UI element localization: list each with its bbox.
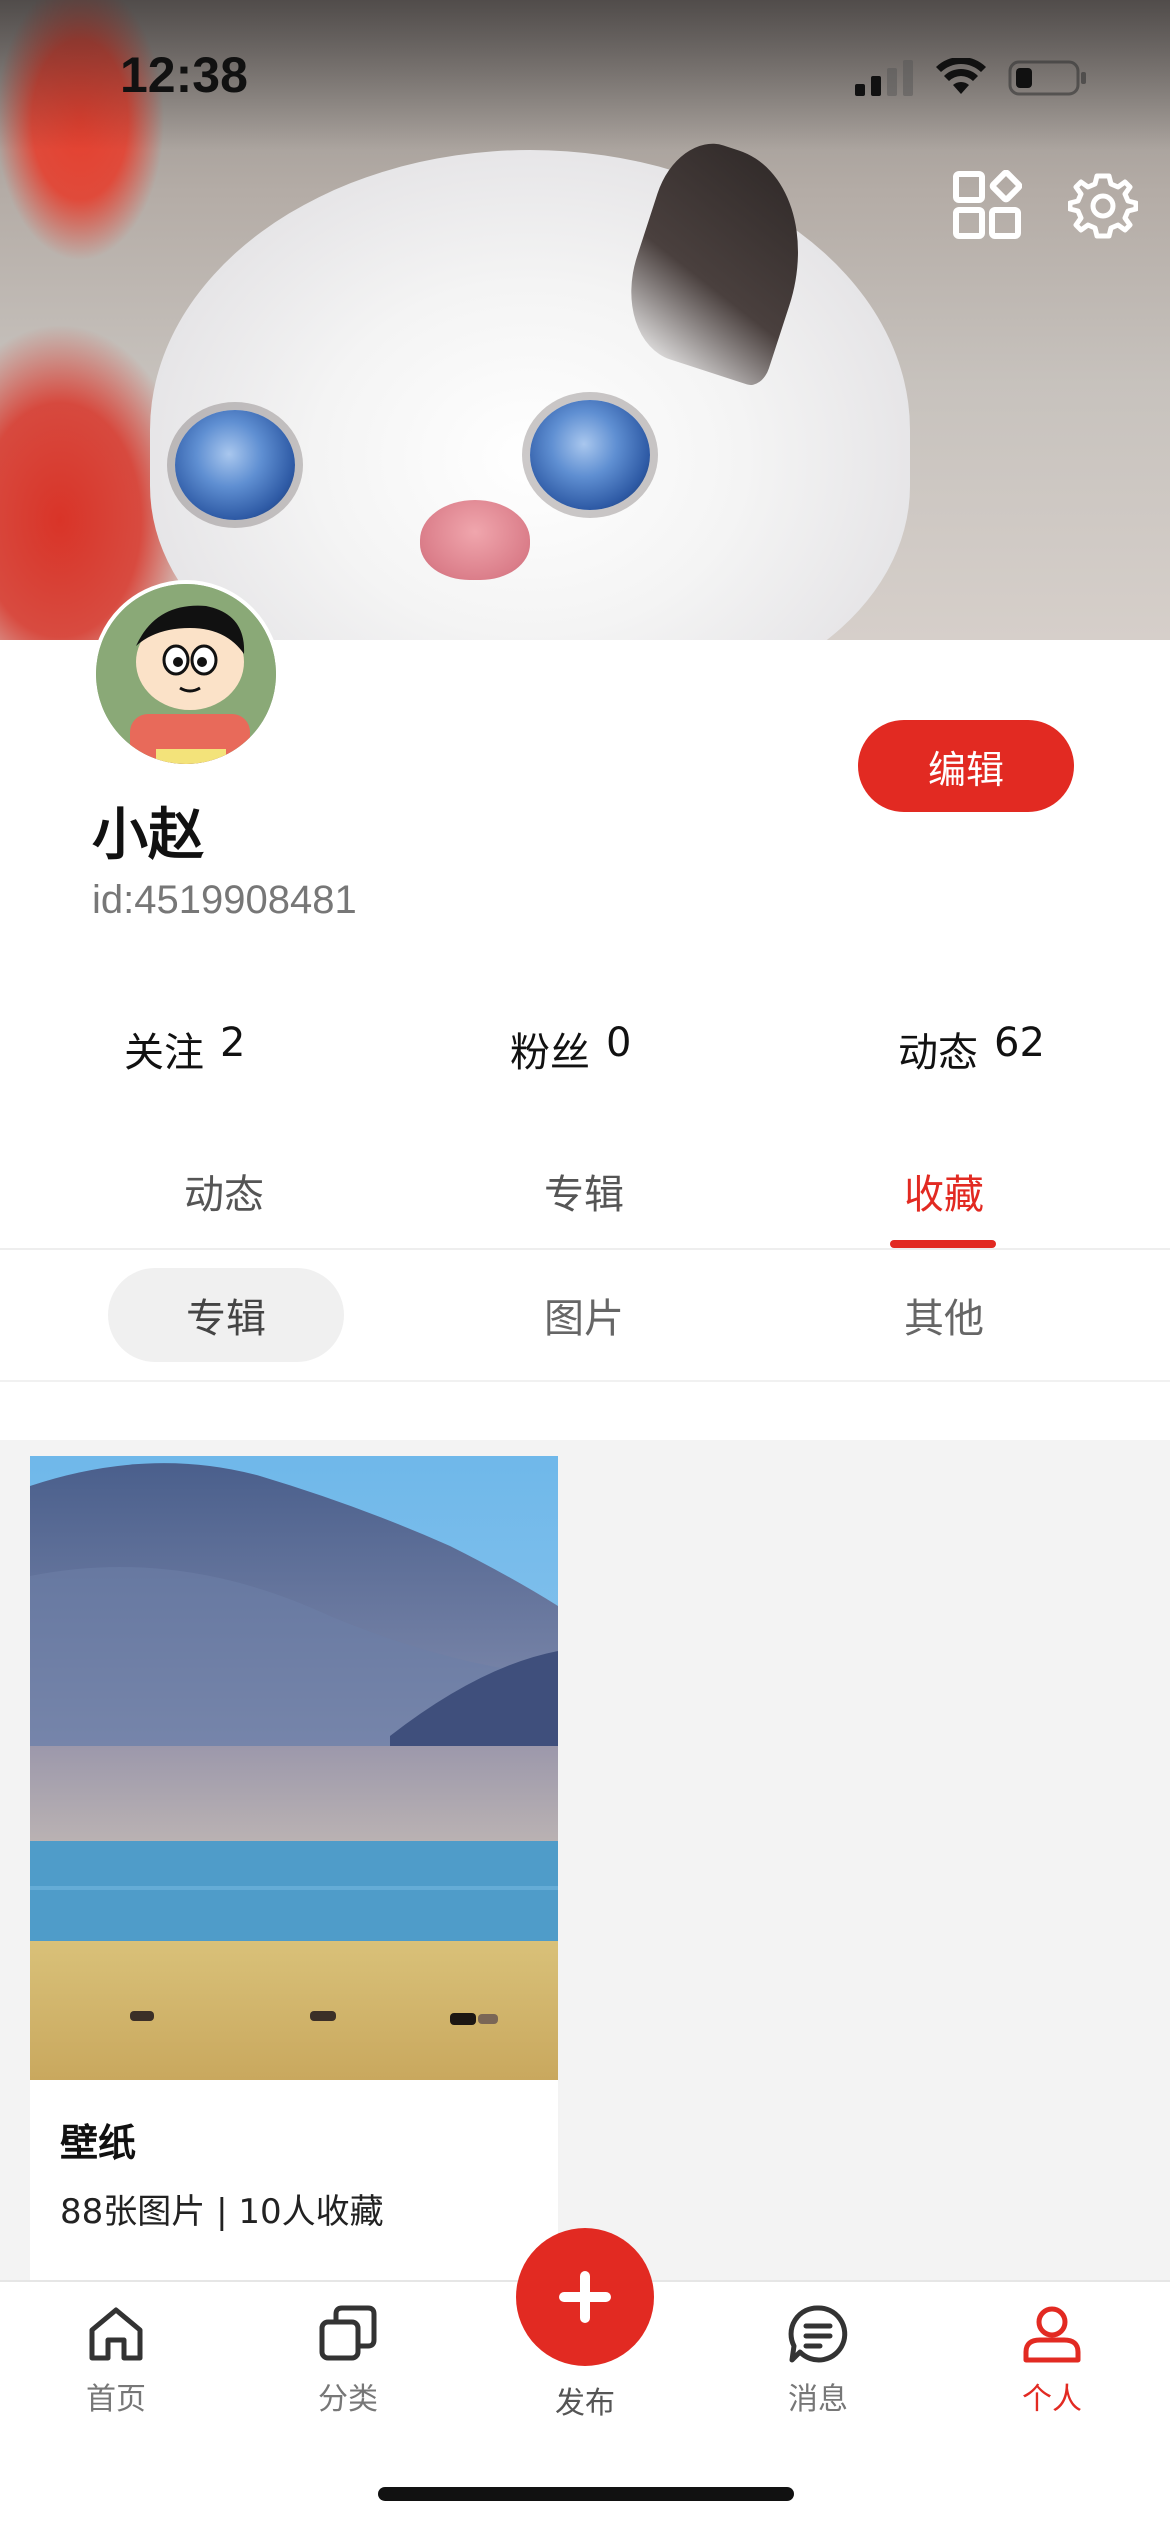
- nav-label: 分类: [318, 2382, 378, 2417]
- publish-label: 发布: [555, 2386, 615, 2421]
- subtab-images[interactable]: 图片: [544, 1268, 624, 1362]
- cat-face: [150, 150, 910, 640]
- edit-profile-button[interactable]: 编辑: [858, 720, 1074, 812]
- nav-messages[interactable]: 消息: [748, 2302, 888, 2418]
- message-icon: [788, 2305, 848, 2363]
- person-icon: [1023, 2306, 1081, 2363]
- stat-label: 关注: [124, 1030, 204, 1076]
- profile-stats: 关注 2 粉丝 0 动态 62: [0, 1020, 1170, 1080]
- status-bar: 12:38: [0, 0, 1170, 150]
- stat-posts[interactable]: 动态 62: [898, 1020, 1045, 1078]
- active-tab-indicator: [890, 1240, 996, 1248]
- home-icon: [89, 2307, 143, 2361]
- nav-home[interactable]: 首页: [46, 2302, 186, 2418]
- stat-label: 动态: [898, 1030, 978, 1076]
- grid-icon[interactable]: [952, 170, 1022, 240]
- cat-eye-right: [530, 400, 650, 510]
- status-time: 12:38: [120, 47, 248, 103]
- nav-label: 个人: [1022, 2382, 1082, 2417]
- nav-label: 首页: [86, 2382, 146, 2417]
- subtab-other[interactable]: 其他: [904, 1268, 984, 1362]
- tab-posts[interactable]: 动态: [184, 1162, 264, 1220]
- nav-category[interactable]: 分类: [278, 2302, 418, 2418]
- wifi-icon: [936, 58, 986, 94]
- album-title: 壁纸: [60, 2121, 137, 2165]
- stat-label: 粉丝: [510, 1030, 590, 1076]
- user-id: id:4519908481: [92, 878, 357, 922]
- cat-eye-left: [175, 410, 295, 520]
- favorite-subtabs: 专辑 图片 其他: [0, 1250, 1170, 1382]
- tab-albums[interactable]: 专辑: [544, 1162, 624, 1220]
- stat-followers[interactable]: 粉丝 0: [510, 1020, 631, 1078]
- avatar-cartoon-image: [96, 584, 276, 764]
- favorites-content: 壁纸 88张图片 | 10人收藏: [0, 1440, 1170, 2280]
- stat-value: 62: [994, 1020, 1045, 1066]
- home-indicator: [378, 2487, 794, 2501]
- signal-icon: [855, 60, 913, 96]
- settings-gear-icon[interactable]: [1068, 170, 1138, 240]
- category-icon: [319, 2305, 377, 2361]
- stat-value: 2: [220, 1020, 246, 1066]
- stat-following[interactable]: 关注 2: [124, 1020, 245, 1078]
- album-meta: 88张图片 | 10人收藏: [60, 2192, 384, 2232]
- cat-nose: [420, 500, 530, 580]
- tab-favorites[interactable]: 收藏: [904, 1162, 984, 1220]
- album-card[interactable]: 壁纸 88张图片 | 10人收藏: [30, 1456, 558, 2280]
- nav-label: 消息: [788, 2382, 848, 2417]
- nav-profile[interactable]: 个人: [982, 2302, 1122, 2418]
- plus-icon: [559, 2271, 611, 2323]
- avatar[interactable]: [92, 580, 280, 768]
- stat-value: 0: [606, 1020, 632, 1066]
- subtab-albums[interactable]: 专辑: [108, 1268, 344, 1362]
- album-cover-image: [30, 1456, 558, 2080]
- username: 小赵: [92, 803, 204, 868]
- header-actions: [952, 170, 1138, 240]
- profile-tabs: 动态 专辑 收藏: [0, 1140, 1170, 1250]
- publish-button[interactable]: [516, 2228, 654, 2366]
- battery-icon: [1008, 60, 1086, 96]
